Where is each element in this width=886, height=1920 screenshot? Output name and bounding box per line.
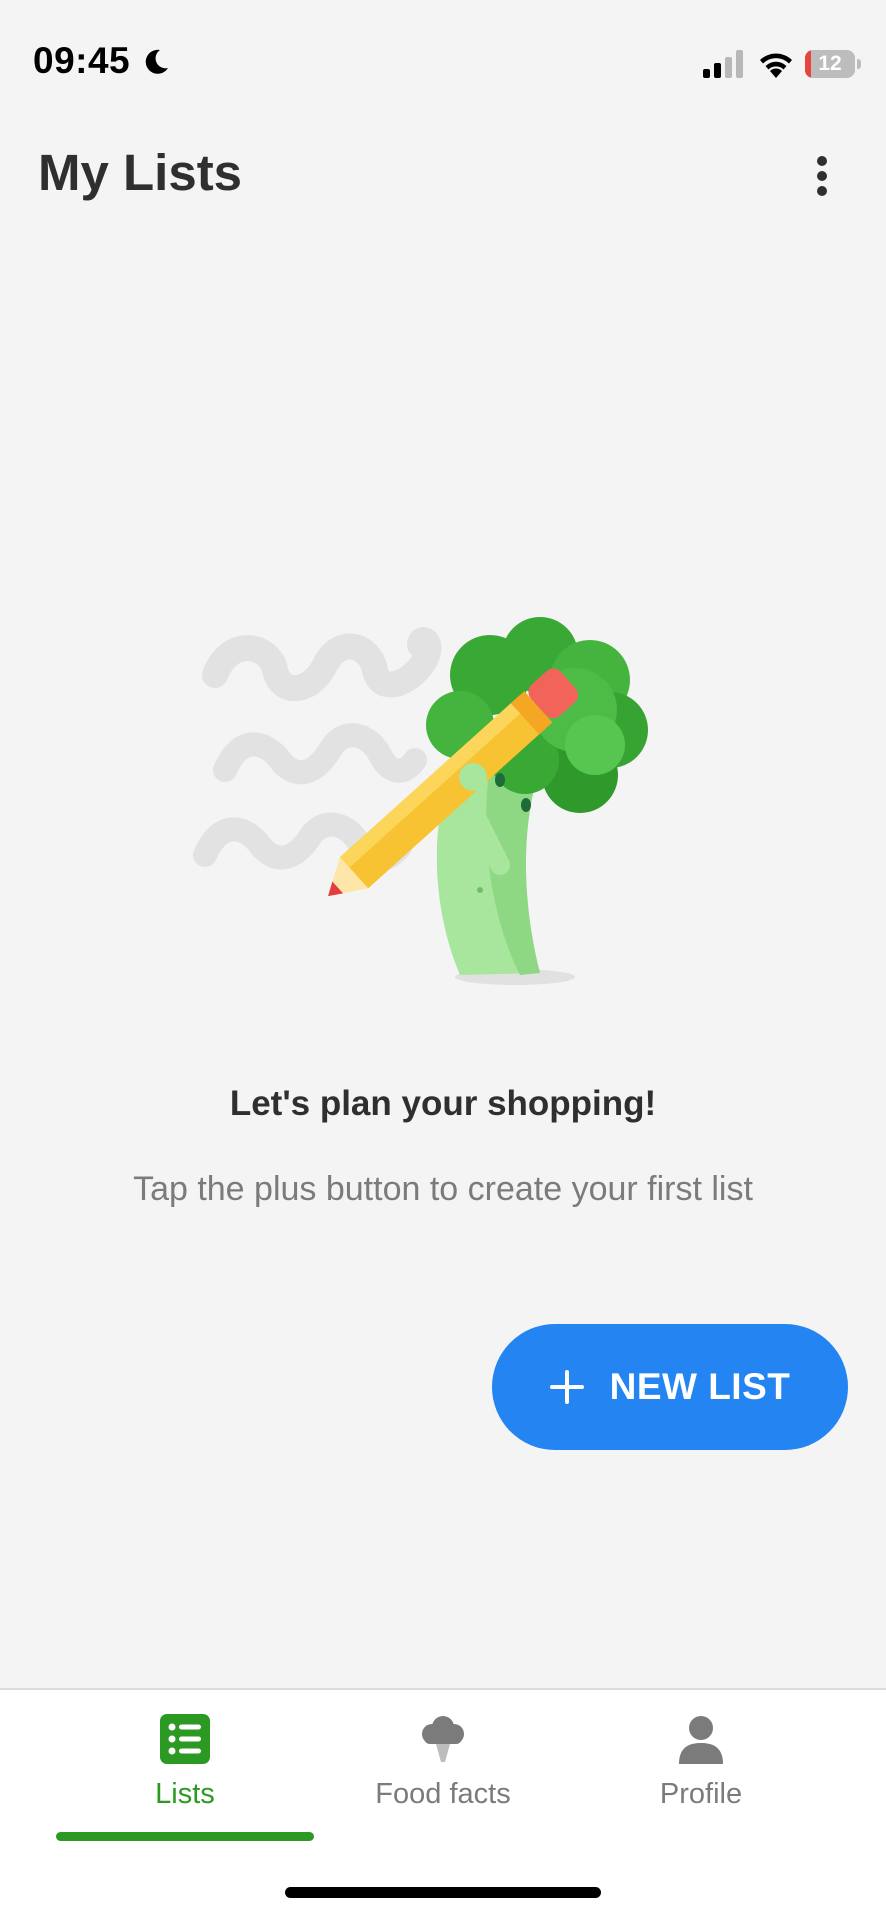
wifi-icon bbox=[760, 53, 792, 78]
home-indicator bbox=[285, 1887, 601, 1898]
new-list-button[interactable]: NEW LIST bbox=[492, 1324, 848, 1450]
page-title: My Lists bbox=[38, 144, 243, 201]
profile-icon bbox=[679, 1716, 723, 1764]
screen: 09:45 12 My Lists Let's plan your shoppi… bbox=[0, 0, 886, 1920]
more-options-button[interactable] bbox=[800, 148, 844, 204]
nav-label-profile: Profile bbox=[659, 1778, 743, 1810]
broccoli-with-pencil-illustration bbox=[193, 617, 648, 985]
nav-label-lists: Lists bbox=[155, 1778, 215, 1810]
battery-level: 12 bbox=[818, 52, 842, 75]
broccoli-icon bbox=[422, 1716, 464, 1762]
battery-icon: 12 bbox=[805, 50, 861, 78]
list-icon bbox=[160, 1714, 210, 1764]
signal-icon bbox=[703, 50, 743, 78]
empty-state-title: Let's plan your shopping! bbox=[229, 1084, 657, 1123]
active-tab-indicator bbox=[56, 1832, 314, 1841]
new-list-label: NEW LIST bbox=[609, 1366, 791, 1407]
empty-state-subtitle: Tap the plus button to create your first… bbox=[133, 1170, 753, 1208]
nav-item-food-facts[interactable]: Food facts bbox=[314, 1690, 572, 1840]
nav-item-profile[interactable]: Profile bbox=[572, 1690, 830, 1840]
nav-label-food-facts: Food facts bbox=[375, 1778, 511, 1810]
nav-item-lists[interactable]: Lists bbox=[56, 1690, 314, 1840]
status-bar: 09:45 12 bbox=[0, 0, 886, 110]
status-time: 09:45 bbox=[33, 40, 131, 81]
bottom-navigation: Lists Food facts Profile bbox=[0, 1688, 886, 1920]
plus-icon bbox=[549, 1370, 584, 1404]
moon-icon bbox=[145, 49, 168, 74]
more-vertical-icon bbox=[817, 156, 827, 166]
